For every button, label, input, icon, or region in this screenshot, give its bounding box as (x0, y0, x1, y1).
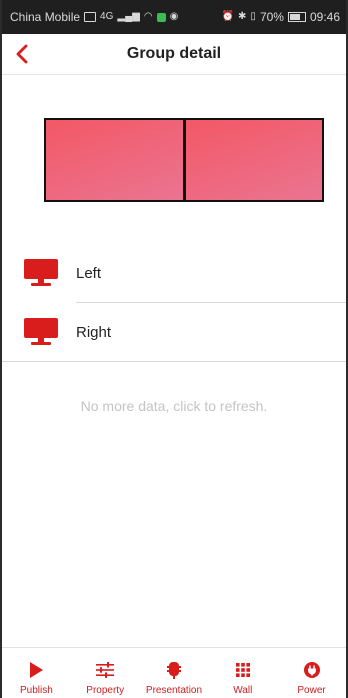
presentation-icon (164, 660, 184, 680)
carrier-name: China Mobile (10, 10, 81, 24)
clock: 09:46 (309, 10, 340, 24)
nav-presentation[interactable]: Presentation (142, 660, 206, 696)
notification-icon: ◉ (169, 11, 179, 22)
sliders-icon (95, 660, 115, 680)
battery-icon (287, 12, 306, 22)
device-list: Left Right (2, 244, 346, 362)
grid-icon (233, 660, 253, 680)
list-item-left[interactable]: Left (2, 244, 346, 302)
wifi-icon: ◠ (143, 11, 153, 22)
battery-percent: 70% (259, 10, 284, 24)
video-wall-preview (44, 118, 324, 202)
app-notification-icon (156, 12, 166, 22)
nav-label: Power (297, 685, 326, 696)
monitor-icon (24, 256, 58, 290)
header-bar: Group detail (2, 34, 346, 75)
power-plug-icon (302, 660, 322, 680)
app-screen: China Mobile 4G ▂▄▆ ◠ ◉ ⏰ ✱ ▯ 70% 09:46 … (0, 0, 348, 698)
status-left: China Mobile 4G ▂▄▆ ◠ ◉ (10, 10, 178, 24)
status-bar: China Mobile 4G ▂▄▆ ◠ ◉ ⏰ ✱ ▯ 70% 09:46 (2, 0, 346, 34)
chevron-left-icon (16, 44, 28, 64)
nav-label: Wall (233, 685, 253, 696)
signal-icon: ▂▄▆ (117, 11, 140, 22)
back-button[interactable] (8, 40, 36, 68)
wall-tile-left (46, 120, 183, 200)
play-icon (26, 660, 46, 680)
nav-label: Presentation (145, 685, 203, 696)
device-label: Left (76, 264, 102, 282)
alarm-icon: ⏰ (221, 11, 235, 22)
nav-power[interactable]: Power (280, 660, 344, 696)
nav-label: Publish (19, 685, 53, 696)
network-type: 4G (100, 11, 114, 22)
vibrate-icon: ▯ (250, 11, 256, 22)
nav-property[interactable]: Property (73, 660, 137, 696)
nav-publish[interactable]: Publish (4, 660, 68, 696)
list-item-right[interactable]: Right (2, 303, 346, 361)
status-right: ⏰ ✱ ▯ 70% 09:46 (222, 10, 340, 24)
hd-icon (84, 12, 97, 22)
wall-tile-right (185, 120, 322, 200)
list-divider (2, 361, 346, 362)
refresh-hint[interactable]: No more data, click to refresh. (2, 398, 346, 414)
device-label: Right (76, 323, 112, 341)
bluetooth-icon: ✱ (238, 11, 247, 22)
monitor-icon (24, 315, 58, 349)
page-title: Group detail (126, 45, 222, 62)
bottom-nav: Publish Property Presentation Wall Power (2, 647, 346, 698)
nav-wall[interactable]: Wall (211, 660, 275, 696)
nav-label: Property (86, 685, 125, 696)
